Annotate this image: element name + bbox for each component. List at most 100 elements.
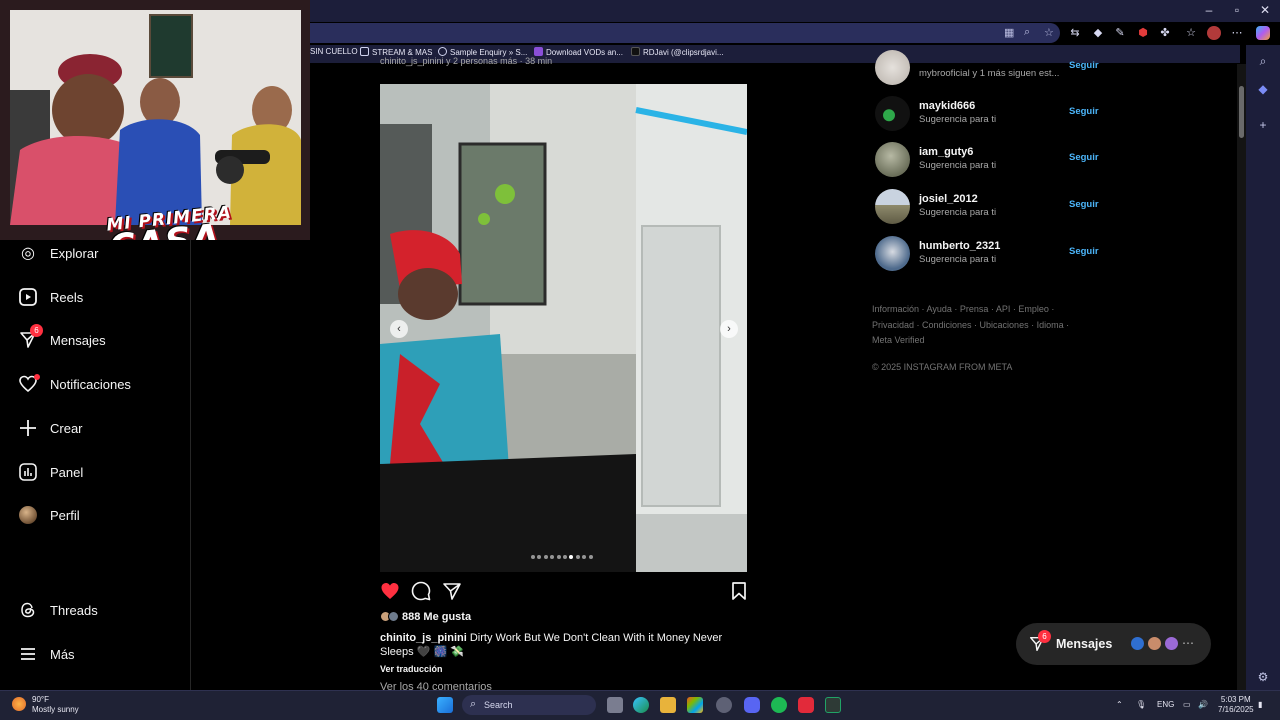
suggestion-username[interactable]: humberto_2321 bbox=[919, 240, 1000, 252]
footer-links-row[interactable]: Meta Verified bbox=[872, 333, 1082, 349]
edge-sidebar bbox=[1246, 45, 1280, 690]
translate-link[interactable]: Ver traducción bbox=[380, 664, 443, 674]
clock-time: 5:03 PM bbox=[1220, 695, 1251, 704]
carousel-prev-button[interactable]: ‹ bbox=[390, 320, 408, 338]
favorite-star-icon[interactable]: ☆ bbox=[1044, 26, 1054, 39]
extension-icon[interactable]: ⇆ bbox=[1068, 26, 1082, 40]
scrollbar-thumb[interactable] bbox=[1239, 86, 1244, 138]
windows-start-icon[interactable] bbox=[437, 697, 453, 713]
gear-icon[interactable]: ⚙ bbox=[1256, 670, 1270, 684]
volume-icon[interactable]: 🔊 bbox=[1198, 700, 1208, 709]
store-icon[interactable] bbox=[687, 697, 703, 713]
avatar[interactable] bbox=[875, 142, 910, 177]
app-icon[interactable] bbox=[716, 697, 732, 713]
follow-button[interactable]: Seguir bbox=[1069, 60, 1099, 71]
extension-icon[interactable]: ✎ bbox=[1113, 26, 1127, 40]
nav-label: Mensajes bbox=[50, 332, 106, 348]
suggestion-username[interactable]: maykid666 bbox=[919, 100, 975, 112]
task-view-icon[interactable] bbox=[607, 697, 623, 713]
nav-item-perfil[interactable]: Perfil bbox=[18, 503, 80, 527]
webcam-overlay: MI PRIMERA CASA bbox=[0, 0, 310, 240]
avatar bbox=[1146, 635, 1163, 652]
likes-count[interactable]: 888 Me gusta bbox=[380, 611, 471, 623]
extension-icon[interactable]: ⬢ bbox=[1136, 26, 1150, 40]
nav-item-notificaciones[interactable]: Notificaciones bbox=[18, 372, 131, 396]
discord-icon[interactable] bbox=[744, 697, 760, 713]
avatar[interactable] bbox=[875, 189, 910, 224]
tray-overflow-icon[interactable]: ⌃ bbox=[1116, 700, 1123, 709]
avatar bbox=[1129, 635, 1146, 652]
threads-icon bbox=[18, 600, 38, 620]
notification-icon[interactable]: ▮ bbox=[1258, 700, 1262, 709]
bookmark[interactable]: SIN CUELLO bbox=[310, 47, 358, 56]
puzzle-icon[interactable]: ✤ bbox=[1158, 26, 1172, 40]
caption-username[interactable]: chinito_js_pinini bbox=[380, 632, 467, 644]
clock[interactable]: 5:03 PM 7/16/2025 bbox=[1218, 695, 1254, 715]
nav-item-panel[interactable]: Panel bbox=[18, 460, 83, 484]
chart-icon bbox=[18, 462, 38, 482]
follow-button[interactable]: Seguir bbox=[1069, 152, 1099, 163]
minimize-icon[interactable]: – bbox=[1200, 3, 1218, 17]
edge-icon[interactable] bbox=[633, 697, 649, 713]
carousel-dot bbox=[556, 555, 561, 559]
address-bar[interactable] bbox=[300, 23, 1060, 43]
taskbar-search[interactable]: ⌕ Search bbox=[462, 695, 596, 715]
nav-item-mensajes[interactable]: 6 Mensajes bbox=[18, 324, 106, 352]
file-explorer-icon[interactable] bbox=[660, 697, 676, 713]
plus-icon[interactable]: + bbox=[1256, 118, 1270, 132]
nav-item-reels[interactable]: Reels bbox=[18, 285, 83, 309]
search-icon[interactable]: ⌕ bbox=[1256, 54, 1270, 68]
language-indicator[interactable]: ENG bbox=[1157, 700, 1174, 709]
spotify-icon[interactable] bbox=[771, 697, 787, 713]
carousel-dot bbox=[575, 555, 580, 559]
follow-button[interactable]: Seguir bbox=[1069, 199, 1099, 210]
nav-item-crear[interactable]: Crear bbox=[18, 416, 83, 440]
follow-button[interactable]: Seguir bbox=[1069, 106, 1099, 117]
zoom-icon[interactable]: ⌕ bbox=[1024, 26, 1030, 39]
messages-float-button[interactable]: 6 Mensajes ⋯ bbox=[1016, 623, 1211, 665]
like-button[interactable] bbox=[380, 581, 400, 601]
nav-item-explorar[interactable]: ◎ Explorar bbox=[18, 241, 98, 265]
avatar bbox=[1163, 635, 1180, 652]
microphone-icon[interactable]: 🎙 bbox=[1136, 700, 1146, 709]
nav-item-mas[interactable]: Más bbox=[18, 642, 75, 666]
carousel-next-button[interactable]: › bbox=[720, 320, 738, 338]
tag-icon[interactable]: ◆ bbox=[1256, 82, 1270, 96]
share-button[interactable] bbox=[442, 581, 462, 601]
apps-icon[interactable]: ▦ bbox=[1004, 26, 1014, 39]
suggestion-item: mybrooficial y 1 más siguen est... Segui… bbox=[875, 50, 1100, 86]
footer-links-row[interactable]: Privacidad · Condiciones · Ubicaciones ·… bbox=[872, 318, 1082, 334]
suggestion-username[interactable]: josiel_2012 bbox=[919, 193, 978, 205]
avatar[interactable] bbox=[875, 50, 910, 85]
post-header[interactable]: chinito_js_pinini y 2 personas más · 38 … bbox=[380, 56, 552, 66]
carousel-dot bbox=[537, 555, 542, 559]
suggestion-item: humberto_2321 Sugerencia para ti Seguir bbox=[875, 236, 1100, 272]
footer-links-row[interactable]: Información · Ayuda · Prensa · API · Emp… bbox=[872, 302, 1082, 318]
carousel-dots bbox=[531, 555, 593, 561]
weather-widget[interactable]: 90°F Mostly sunny bbox=[12, 695, 79, 715]
suggestion-subtitle: Sugerencia para ti bbox=[919, 160, 997, 171]
follow-button[interactable]: Seguir bbox=[1069, 246, 1099, 257]
save-button[interactable] bbox=[729, 581, 749, 601]
nav-item-threads[interactable]: Threads bbox=[18, 598, 98, 622]
comment-button[interactable] bbox=[411, 581, 431, 601]
profile-icon[interactable] bbox=[1207, 26, 1221, 40]
favorites-icon[interactable]: ☆ bbox=[1184, 26, 1198, 40]
excel-icon[interactable] bbox=[825, 697, 841, 713]
network-icon[interactable]: ▭ bbox=[1183, 700, 1191, 709]
avatar[interactable] bbox=[875, 96, 910, 131]
more-icon: ⋯ bbox=[1182, 636, 1194, 650]
close-icon[interactable]: ✕ bbox=[1256, 3, 1274, 17]
bookmark[interactable]: RDJavi (@clipsrdjavi... bbox=[631, 47, 724, 57]
maximize-icon[interactable]: ▫ bbox=[1228, 3, 1246, 17]
extension-icon[interactable]: ◆ bbox=[1091, 26, 1105, 40]
post-caption: chinito_js_pinini Dirty Work But We Don'… bbox=[380, 631, 730, 659]
suggestion-username[interactable]: iam_guty6 bbox=[919, 146, 973, 158]
comment-icon bbox=[411, 581, 431, 601]
app-icon[interactable] bbox=[798, 697, 814, 713]
post-image[interactable]: ‹ › bbox=[380, 84, 747, 572]
copilot-icon[interactable] bbox=[1256, 26, 1270, 40]
scrollbar[interactable] bbox=[1237, 64, 1246, 690]
avatar[interactable] bbox=[875, 236, 910, 271]
more-icon[interactable]: ⋯ bbox=[1230, 26, 1244, 40]
